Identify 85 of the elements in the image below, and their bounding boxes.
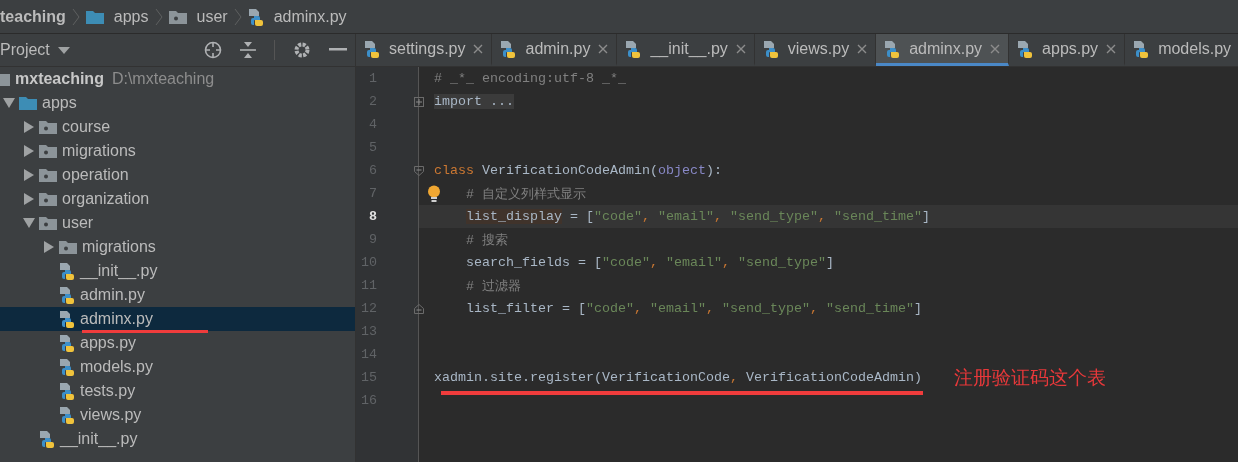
python-file-icon xyxy=(39,430,55,448)
line-number: 8 xyxy=(368,209,377,224)
python-file-icon xyxy=(500,39,517,58)
close-icon[interactable] xyxy=(598,43,609,54)
python-file-icon xyxy=(1017,39,1034,58)
settings-icon[interactable] xyxy=(293,41,311,59)
code-line: xadmin.site.register(VerificationCode, VerificationCodeAdmin) xyxy=(434,370,922,385)
tree-item[interactable]: migrations xyxy=(0,139,355,163)
python-file-icon xyxy=(59,358,75,376)
annotation-text: 注册验证码这个表 xyxy=(953,364,1106,390)
module-icon xyxy=(0,72,10,86)
package-folder-icon xyxy=(39,192,57,206)
package-folder-icon xyxy=(39,216,57,230)
tree-item[interactable]: migrations xyxy=(0,235,355,259)
breadcrumb-separator-icon xyxy=(154,7,163,26)
python-file-icon xyxy=(59,286,75,304)
code-line: list_display = ["code", "email", "send_type", "send_time"] xyxy=(465,209,930,224)
package-folder-icon xyxy=(39,144,57,158)
collapsed-arrow-icon[interactable] xyxy=(23,169,34,181)
collapse-all-icon[interactable] xyxy=(240,41,256,59)
breadcrumb-separator-icon xyxy=(233,7,242,26)
project-path: D:\mxteaching xyxy=(111,70,215,88)
python-file-icon xyxy=(884,39,901,58)
python-file-icon xyxy=(625,39,642,58)
code-line: # 过滤器 xyxy=(465,277,521,295)
tree-item[interactable]: operation xyxy=(0,163,355,187)
tree-item[interactable]: views.py xyxy=(0,403,355,427)
close-icon[interactable] xyxy=(735,43,746,54)
tree-item[interactable]: apps.py xyxy=(0,331,355,355)
close-icon[interactable] xyxy=(990,43,1001,54)
expand-fold-icon[interactable] xyxy=(414,96,424,107)
python-file-icon xyxy=(59,262,75,280)
breadcrumb-item[interactable]: apps xyxy=(85,7,149,26)
breadcrumb-item[interactable]: teaching xyxy=(0,7,66,26)
code-line: # 自定义列样式显示 xyxy=(465,185,586,203)
tree-item[interactable]: apps xyxy=(0,91,355,115)
collapsed-arrow-icon[interactable] xyxy=(23,145,34,157)
python-file-icon xyxy=(59,310,75,328)
python-file-icon xyxy=(59,382,75,400)
package-folder-icon xyxy=(39,120,57,134)
code-line: list_filter = ["code", "email", "send_type", "send_time"] xyxy=(465,301,922,316)
tree-item[interactable]: course xyxy=(0,115,355,139)
tree-item[interactable]: adminx.py xyxy=(0,307,355,331)
code-line: class VerificationCodeAdmin(object): xyxy=(434,163,722,178)
locate-target-icon[interactable] xyxy=(204,41,222,59)
collapsed-arrow-icon[interactable] xyxy=(23,121,34,133)
lightbulb-icon[interactable] xyxy=(427,184,441,203)
code-line: # _*_ encoding:utf-8 _*_ xyxy=(434,71,626,86)
python-file-icon xyxy=(364,39,380,58)
python-file-icon xyxy=(762,39,779,58)
project-view-dropdown[interactable]: Project xyxy=(0,41,70,59)
breadcrumb-item[interactable]: user xyxy=(168,7,228,26)
breadcrumb-separator-icon xyxy=(71,7,80,26)
dropdown-caret-icon xyxy=(57,46,70,54)
package-folder-icon xyxy=(59,240,77,254)
fold-icon[interactable] xyxy=(414,303,424,314)
python-file-icon xyxy=(59,334,75,352)
tree-item[interactable]: __init__.py xyxy=(0,259,355,283)
expanded-arrow-icon[interactable] xyxy=(2,98,15,108)
close-icon[interactable] xyxy=(857,43,868,54)
python-file-icon xyxy=(59,406,75,424)
tree-item[interactable]: models.py xyxy=(0,355,355,379)
fold-icon[interactable] xyxy=(414,165,424,176)
package-folder-icon xyxy=(39,168,57,182)
editor-tab[interactable]: adminx.py xyxy=(876,34,1010,66)
close-icon[interactable] xyxy=(473,43,484,54)
minimize-icon[interactable] xyxy=(329,48,347,52)
folder-icon xyxy=(85,9,104,24)
tree-item[interactable]: mxteaching D:\mxteaching xyxy=(0,67,355,91)
folder-icon xyxy=(19,96,37,110)
code-line: search_fields = ["code", "email", "send_type"] xyxy=(465,255,834,270)
package-folder-icon xyxy=(168,9,187,24)
tree-item[interactable]: __init__.py xyxy=(0,427,355,451)
tree-item[interactable]: tests.py xyxy=(0,379,355,403)
breadcrumb-item[interactable]: adminx.py xyxy=(247,7,347,26)
tree-item[interactable]: admin.py xyxy=(0,283,355,307)
python-file-icon xyxy=(247,7,264,26)
close-icon[interactable] xyxy=(1106,43,1117,54)
expanded-arrow-icon[interactable] xyxy=(22,218,35,228)
python-file-icon xyxy=(1133,39,1150,58)
tree-item[interactable]: user xyxy=(0,211,355,235)
code-line: # 搜索 xyxy=(465,231,508,249)
tree-item[interactable]: organization xyxy=(0,187,355,211)
collapsed-arrow-icon[interactable] xyxy=(43,241,54,253)
collapsed-arrow-icon[interactable] xyxy=(23,193,34,205)
